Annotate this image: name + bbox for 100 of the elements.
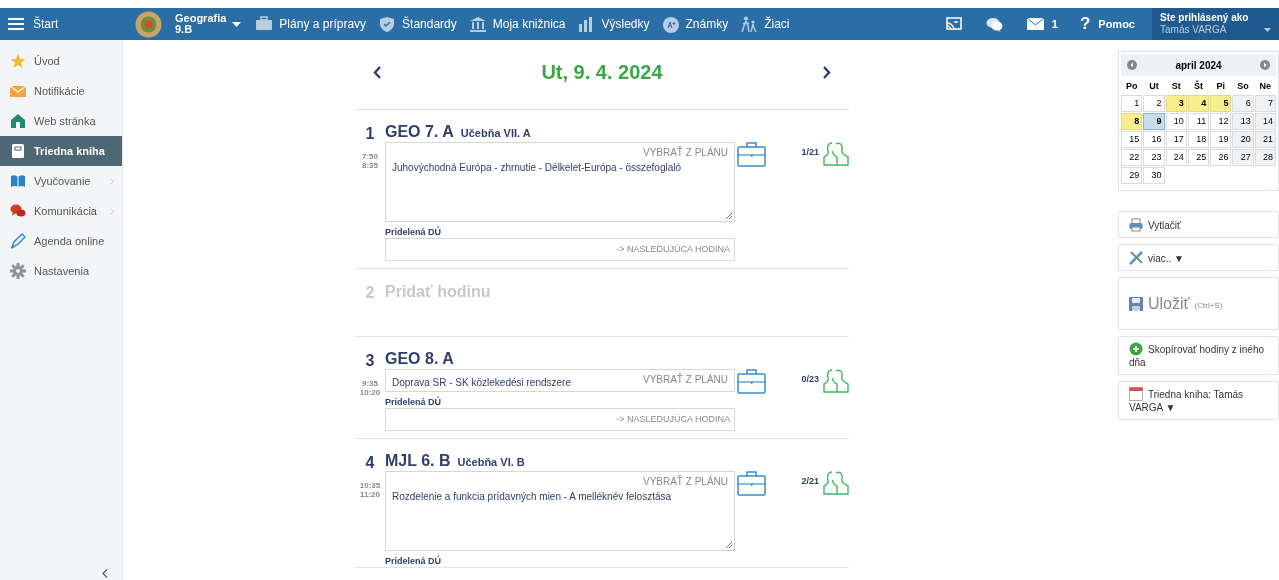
calendar-day[interactable]: 30: [1143, 167, 1165, 184]
nav-link[interactable]: Výsledky: [577, 8, 650, 40]
select-from-plan-link[interactable]: VYBRAŤ Z PLÁNU: [642, 145, 728, 160]
calendar-day[interactable]: 14: [1254, 113, 1276, 130]
classbook-button[interactable]: Triedna kniha: Tamás VARGA ▼: [1118, 381, 1279, 420]
attendance-button[interactable]: 2/21: [801, 471, 849, 495]
select-from-plan-link[interactable]: VYBRAŤ Z PLÁNU: [642, 474, 728, 489]
circle-left-icon: [1127, 60, 1137, 70]
lesson-start-time: 7:50: [362, 152, 378, 161]
calendar-day[interactable]: 9: [1143, 113, 1165, 130]
calendar-day[interactable]: 20: [1232, 131, 1254, 148]
plan-briefcase-button[interactable]: [737, 471, 766, 496]
topic-field[interactable]: VYBRAŤ Z PLÁNU Rozdelenie a funkcia prídavných mien - A melléknév felosztása: [385, 471, 735, 551]
calendar-day[interactable]: 15: [1121, 131, 1143, 148]
mail-button[interactable]: 1: [1026, 15, 1058, 33]
lesson-start-time: 9:35: [362, 379, 378, 388]
sidebar-item[interactable]: Úvod: [0, 46, 122, 76]
plan-briefcase-button[interactable]: [737, 369, 766, 394]
calendar-day[interactable]: 25: [1187, 149, 1210, 166]
attendance-button[interactable]: 1/21: [801, 142, 849, 166]
select-from-plan-link[interactable]: VYBRAŤ Z PLÁNU: [642, 372, 728, 387]
resize-handle-icon: [726, 213, 732, 219]
topic-field[interactable]: VYBRAŤ Z PLÁNU Juhovýchodná Európa - zhrnutie - Délkelet-Európa - összefoglaló: [385, 142, 735, 222]
calendar-day[interactable]: 2: [1143, 95, 1165, 112]
lesson-start-time: 10:35: [359, 481, 381, 490]
lesson-title: MJL 6. B: [385, 451, 451, 471]
save-button[interactable]: Uložiť (Ctrl+S): [1118, 277, 1279, 330]
next-lesson-link[interactable]: -> NASLEDUJÚCA HODINA: [616, 243, 730, 257]
next-day-button[interactable]: [823, 65, 831, 79]
homework-field[interactable]: -> NASLEDUJÚCA HODINA: [385, 238, 735, 261]
calendar-day[interactable]: 28: [1254, 149, 1276, 166]
calendar-day[interactable]: 24: [1165, 149, 1187, 166]
calendar-day[interactable]: 10: [1165, 113, 1187, 130]
sidebar-item[interactable]: Agenda online: [0, 226, 122, 256]
calendar-day[interactable]: 29: [1121, 167, 1143, 184]
calendar-day[interactable]: 6: [1232, 95, 1254, 112]
topic-field[interactable]: Doprava SR - SK közlekedési rendszere VYBRAŤ Z PLÁNU: [385, 369, 735, 392]
nav-link[interactable]: Žiaci: [740, 8, 790, 40]
collapse-sidebar-button[interactable]: [102, 569, 108, 578]
envelope-icon: [1026, 18, 1044, 30]
nav-link[interactable]: Známky: [661, 8, 729, 40]
calendar-day[interactable]: 13: [1232, 113, 1254, 130]
next-lesson-link[interactable]: -> NASLEDUJÚCA HODINA: [616, 413, 730, 427]
building-icon: [468, 15, 487, 33]
attendance-button[interactable]: 0/23: [801, 369, 849, 393]
previous-day-button[interactable]: [373, 65, 381, 79]
nav-link[interactable]: Moja knižnica: [468, 8, 566, 40]
calendar-day[interactable]: 5: [1210, 95, 1232, 112]
homework-label: Pridelená DÚ: [385, 396, 443, 408]
calendar-day[interactable]: 22: [1121, 149, 1143, 166]
lesson-end-time: 10:20: [359, 388, 381, 397]
sidebar-item[interactable]: Nastavenia: [0, 256, 122, 286]
homework-field[interactable]: -> NASLEDUJÚCA HODINA: [385, 408, 735, 431]
plan-briefcase-button[interactable]: [737, 142, 766, 167]
briefcase-icon: [737, 470, 766, 496]
briefcase-icon: [255, 15, 274, 33]
nav-link[interactable]: Štandardy: [378, 8, 457, 40]
date-heading: Ut, 9. 4. 2024: [541, 60, 663, 85]
nav-link[interactable]: Plány a prípravy: [255, 8, 367, 40]
topic-text: Juhovýchodná Európa - zhrnutie - Délkelet-Európa - összefoglaló: [392, 161, 683, 175]
class-selector[interactable]: Geografia 9.B: [175, 13, 242, 35]
calendar-day[interactable]: 3: [1165, 95, 1187, 112]
previous-month-button[interactable]: [1127, 60, 1137, 70]
messages-button[interactable]: [985, 16, 1003, 32]
sidebar-item[interactable]: Komunikácia: [0, 196, 122, 226]
calendar-day[interactable]: 16: [1143, 131, 1165, 148]
calendar-day[interactable]: 7: [1254, 95, 1276, 112]
sidebar-item[interactable]: Triedna kniha: [0, 136, 122, 166]
sidebar-item[interactable]: Notifikácie: [0, 76, 122, 106]
copy-button[interactable]: Skopírovať hodiny z iného dňa: [1118, 336, 1279, 375]
calendar-day[interactable]: 21: [1254, 131, 1276, 148]
calendar-day[interactable]: 8: [1121, 113, 1143, 130]
calendar-day[interactable]: 17: [1165, 131, 1187, 148]
printer-icon: [1129, 217, 1143, 232]
calendar-day[interactable]: 11: [1187, 113, 1210, 130]
print-button[interactable]: Vytlačiť: [1118, 211, 1279, 238]
topic-text: Doprava SR - SK közlekedési rendszere: [392, 375, 571, 390]
next-month-button[interactable]: [1260, 60, 1270, 70]
calendar-day[interactable]: 19: [1210, 131, 1232, 148]
user-menu-button[interactable]: Ste prihlásený ako Tamás VARGA: [1152, 8, 1279, 40]
lesson-number: 4: [365, 453, 375, 473]
classroom-screen-button[interactable]: [945, 17, 962, 31]
calendar-day[interactable]: 12: [1210, 113, 1232, 130]
open-book-icon: [10, 173, 26, 189]
calendar-day[interactable]: 4: [1187, 95, 1210, 112]
sidebar-item[interactable]: Web stránka: [0, 106, 122, 136]
homework-label: Pridelená DÚ: [385, 226, 443, 238]
sidebar-item[interactable]: Vyučovanie: [0, 166, 122, 196]
calendar-day[interactable]: 23: [1143, 149, 1165, 166]
calendar-day[interactable]: 26: [1210, 149, 1232, 166]
more-button[interactable]: viac.. ▼: [1118, 244, 1279, 271]
start-menu-button[interactable]: Štart: [0, 8, 130, 40]
help-button[interactable]: ? Pomoc: [1079, 11, 1135, 37]
star-icon: [10, 53, 26, 69]
calendar-day[interactable]: 27: [1232, 149, 1254, 166]
weekday-label: Po: [1124, 80, 1139, 93]
calendar-day[interactable]: 18: [1187, 131, 1210, 148]
chevron-left-icon: [102, 569, 108, 578]
lesson-number: 1: [365, 124, 375, 144]
calendar-day[interactable]: 1: [1121, 95, 1143, 112]
